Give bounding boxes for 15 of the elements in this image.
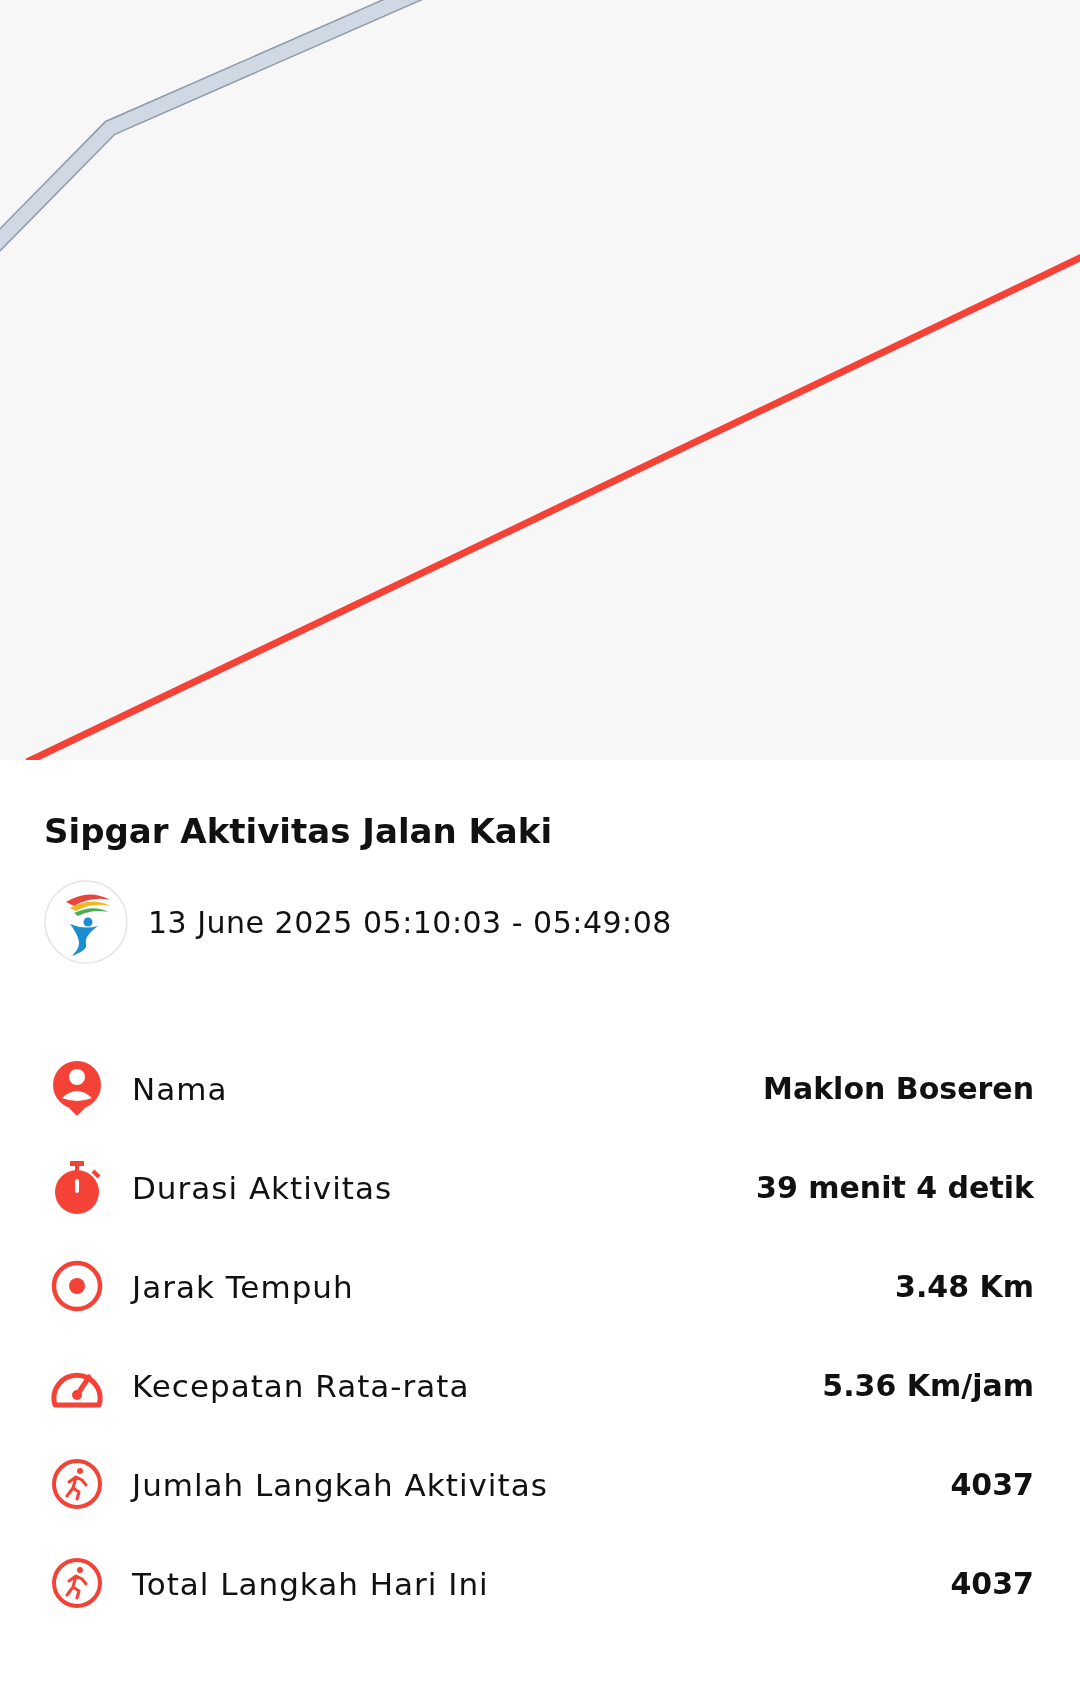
stat-value: 5.36 Km/jam: [822, 1368, 1034, 1403]
stat-label: Total Langkah Hari Ini: [132, 1565, 490, 1602]
logo-icon: [44, 880, 128, 964]
stat-label: Nama: [132, 1070, 229, 1107]
stat-value: 3.48 Km: [895, 1269, 1034, 1304]
stat-label: Jarak Tempuh: [132, 1268, 355, 1305]
stat-value: 39 menit 4 detik: [756, 1170, 1034, 1205]
stat-label: Kecepatan Rata-rata: [132, 1367, 471, 1404]
stat-value: 4037: [950, 1566, 1034, 1601]
stat-label: Durasi Aktivitas: [132, 1169, 394, 1206]
stat-value: 4037: [950, 1467, 1034, 1502]
activity-time-range: 13 June 2025 05:10:03 - 05:49:08: [148, 904, 672, 940]
stat-value: Maklon Boseren: [763, 1071, 1034, 1106]
stat-label: Jumlah Langkah Aktivitas: [132, 1466, 549, 1503]
activity-title: Sipgar Aktivitas Jalan Kaki: [44, 810, 554, 852]
